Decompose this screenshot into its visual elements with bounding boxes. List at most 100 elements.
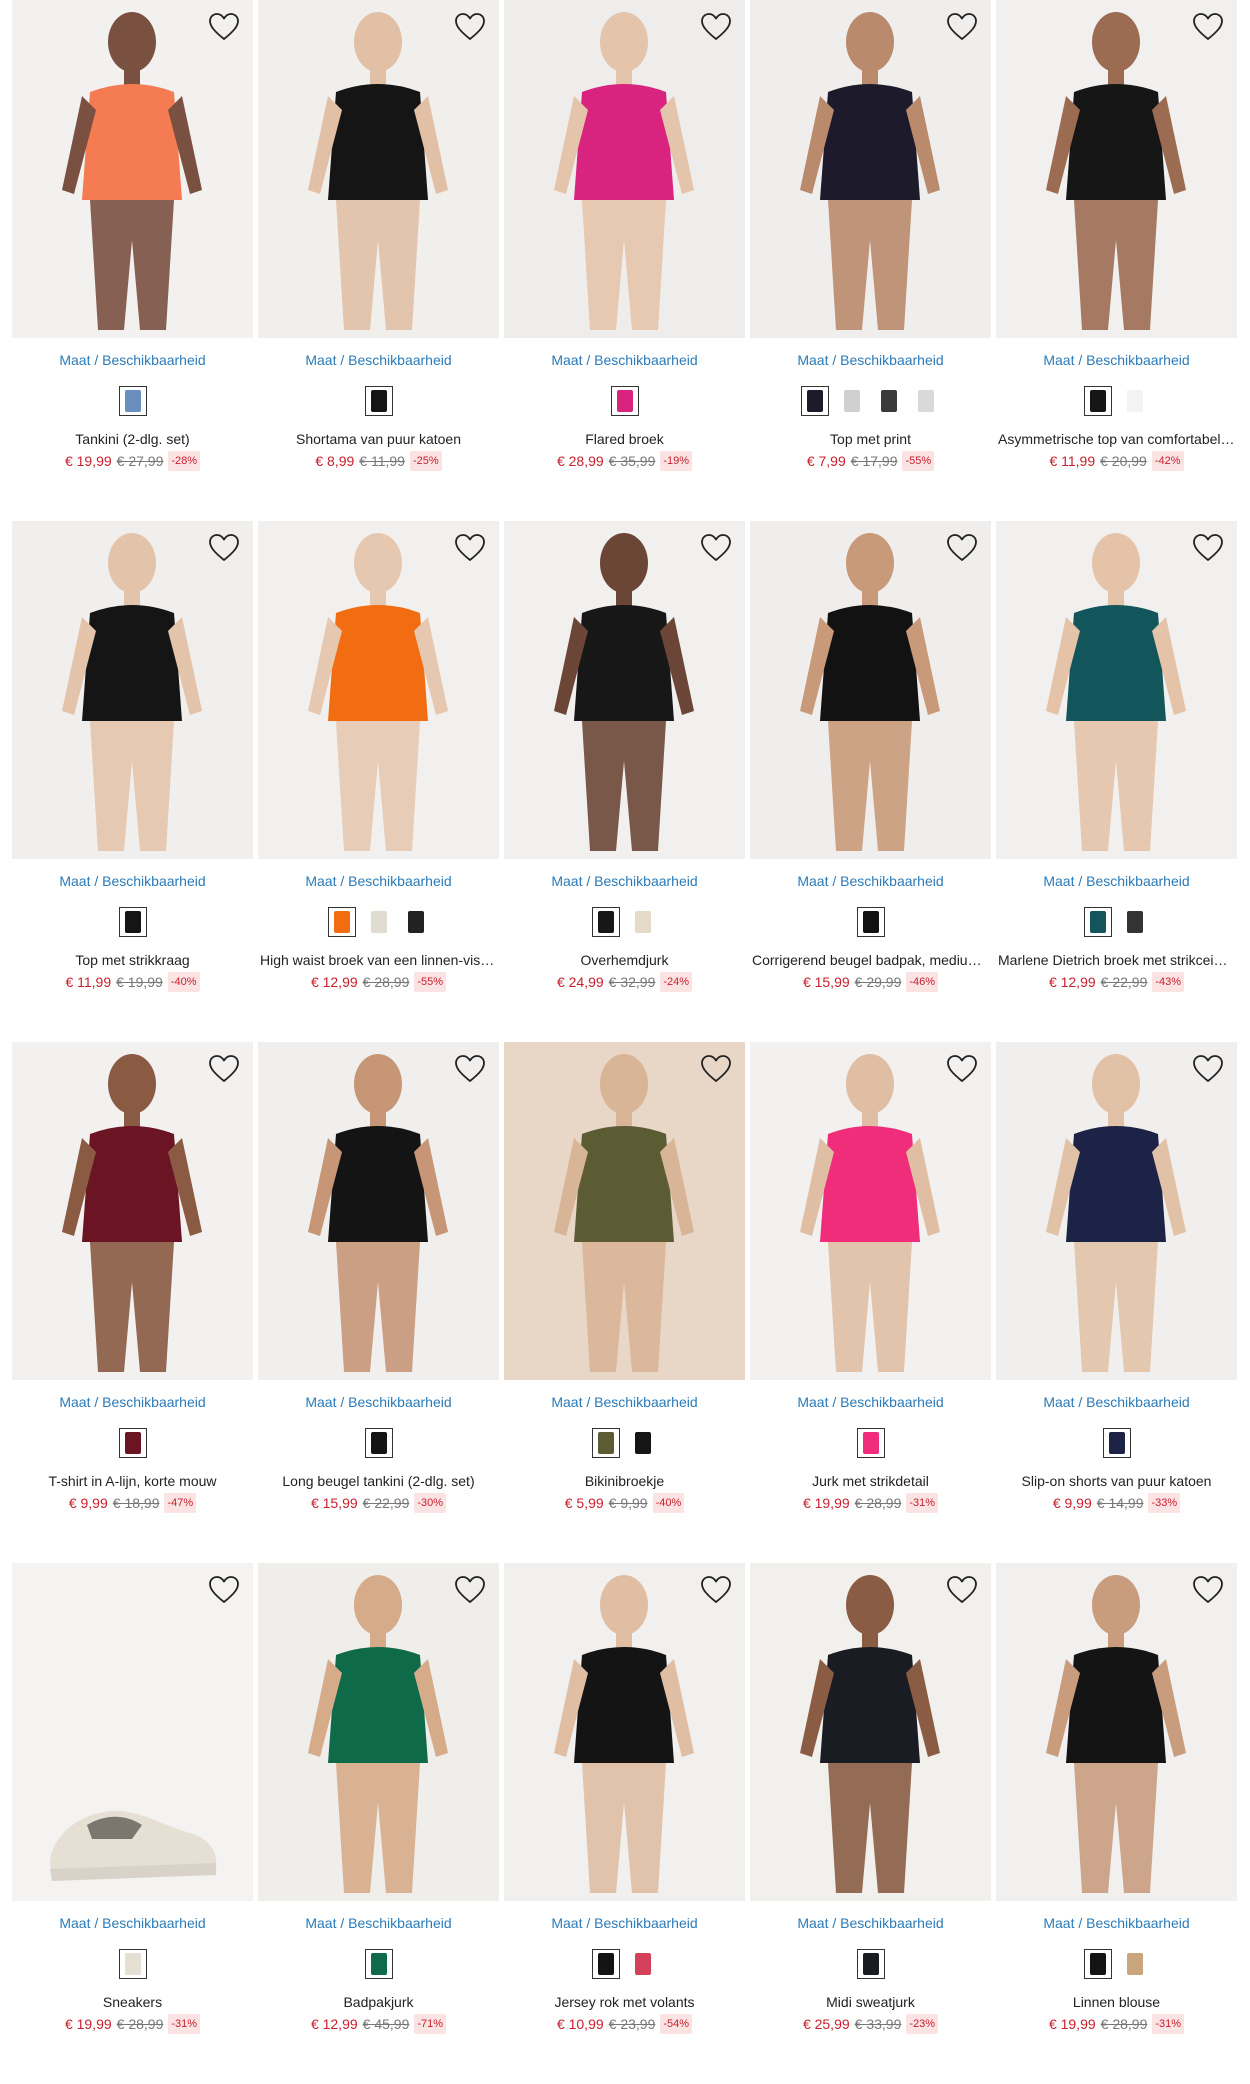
product-title[interactable]: Marlene Dietrich broek met strikceintuur xyxy=(996,951,1237,969)
size-availability-link[interactable]: Maat / Beschikbaarheid xyxy=(996,351,1237,369)
color-swatch[interactable] xyxy=(118,386,147,416)
favorite-heart-icon[interactable] xyxy=(945,10,979,44)
product-image[interactable] xyxy=(996,1042,1237,1380)
product-card[interactable]: Maat / Beschikbaarheid High waist broek v… xyxy=(258,521,499,1042)
size-availability-link[interactable]: Maat / Beschikbaarheid xyxy=(12,872,253,890)
color-swatch[interactable] xyxy=(592,1428,620,1458)
color-swatch[interactable] xyxy=(592,1949,620,1979)
product-title[interactable]: Midi sweatjurk xyxy=(750,1993,991,2011)
size-availability-link[interactable]: Maat / Beschikbaarheid xyxy=(258,351,499,369)
size-availability-link[interactable]: Maat / Beschikbaarheid xyxy=(12,1914,253,1932)
size-availability-link[interactable]: Maat / Beschikbaarheid xyxy=(996,1393,1237,1411)
product-image[interactable] xyxy=(750,1042,991,1380)
product-image[interactable] xyxy=(12,1563,253,1901)
color-swatch[interactable] xyxy=(364,386,393,416)
color-swatch[interactable] xyxy=(364,1949,393,1979)
size-availability-link[interactable]: Maat / Beschikbaarheid xyxy=(258,1393,499,1411)
product-card[interactable]: Maat / Beschikbaarheid Jersey rok met vol… xyxy=(504,1563,745,2084)
product-image[interactable] xyxy=(504,0,745,338)
favorite-heart-icon[interactable] xyxy=(207,1573,241,1607)
product-card[interactable]: Maat / Beschikbaarheid Marlene Dietrich b… xyxy=(996,521,1237,1042)
favorite-heart-icon[interactable] xyxy=(1191,1052,1225,1086)
product-image[interactable] xyxy=(750,0,991,338)
favorite-heart-icon[interactable] xyxy=(1191,1573,1225,1607)
favorite-heart-icon[interactable] xyxy=(453,10,487,44)
color-swatch[interactable] xyxy=(610,386,639,416)
product-card[interactable]: Maat / Beschikbaarheid Jurk met strikdeta… xyxy=(750,1042,991,1563)
color-swatch[interactable] xyxy=(629,1949,657,1979)
product-card[interactable]: Maat / Beschikbaarheid Sneakers € 19,99 € 2… xyxy=(12,1563,253,2084)
size-availability-link[interactable]: Maat / Beschikbaarheid xyxy=(12,1393,253,1411)
size-availability-link[interactable]: Maat / Beschikbaarheid xyxy=(750,872,991,890)
favorite-heart-icon[interactable] xyxy=(699,10,733,44)
size-availability-link[interactable]: Maat / Beschikbaarheid xyxy=(996,872,1237,890)
favorite-heart-icon[interactable] xyxy=(699,1052,733,1086)
color-swatch[interactable] xyxy=(1084,386,1112,416)
color-swatch[interactable] xyxy=(912,386,940,416)
size-availability-link[interactable]: Maat / Beschikbaarheid xyxy=(504,872,745,890)
product-card[interactable]: Maat / Beschikbaarheid Flared broek € 28,9… xyxy=(504,0,745,521)
product-title[interactable]: Shortama van puur katoen xyxy=(258,430,499,448)
product-title[interactable]: Jurk met strikdetail xyxy=(750,1472,991,1490)
product-image[interactable] xyxy=(12,0,253,338)
favorite-heart-icon[interactable] xyxy=(1191,10,1225,44)
product-card[interactable]: Maat / Beschikbaarheid Bikinibroekje € 5,9… xyxy=(504,1042,745,1563)
size-availability-link[interactable]: Maat / Beschikbaarheid xyxy=(12,351,253,369)
product-card[interactable]: Maat / Beschikbaarheid T-shirt in A-lijn,… xyxy=(12,1042,253,1563)
product-title[interactable]: Flared broek xyxy=(504,430,745,448)
color-swatch[interactable] xyxy=(1102,1428,1131,1458)
product-card[interactable]: Maat / Beschikbaarheid Overhemdjurk € 24,9… xyxy=(504,521,745,1042)
product-image[interactable] xyxy=(996,1563,1237,1901)
favorite-heart-icon[interactable] xyxy=(699,1573,733,1607)
product-card[interactable]: Maat / Beschikbaarheid Shortama van puur … xyxy=(258,0,499,521)
product-title[interactable]: Linnen blouse xyxy=(996,1993,1237,2011)
product-image[interactable] xyxy=(996,521,1237,859)
product-title[interactable]: Overhemdjurk xyxy=(504,951,745,969)
color-swatch[interactable] xyxy=(629,907,657,937)
product-title[interactable]: Top met print xyxy=(750,430,991,448)
product-title[interactable]: High waist broek van een linnen-viscose … xyxy=(258,951,499,969)
favorite-heart-icon[interactable] xyxy=(699,531,733,565)
product-card[interactable]: Maat / Beschikbaarheid Top met print € 7,9… xyxy=(750,0,991,521)
color-swatch[interactable] xyxy=(118,1428,147,1458)
product-card[interactable]: Maat / Beschikbaarheid Midi sweatjurk € 25… xyxy=(750,1563,991,2084)
favorite-heart-icon[interactable] xyxy=(207,531,241,565)
product-title[interactable]: Jersey rok met volants xyxy=(504,1993,745,2011)
product-image[interactable] xyxy=(258,0,499,338)
favorite-heart-icon[interactable] xyxy=(945,1573,979,1607)
product-image[interactable] xyxy=(504,1563,745,1901)
product-card[interactable]: Maat / Beschikbaarheid Asymmetrische top … xyxy=(996,0,1237,521)
color-swatch[interactable] xyxy=(1121,386,1149,416)
product-image[interactable] xyxy=(258,521,499,859)
color-swatch[interactable] xyxy=(118,1949,147,1979)
product-image[interactable] xyxy=(750,1563,991,1901)
product-image[interactable] xyxy=(12,521,253,859)
color-swatch[interactable] xyxy=(1084,907,1112,937)
favorite-heart-icon[interactable] xyxy=(453,531,487,565)
product-image[interactable] xyxy=(258,1042,499,1380)
color-swatch[interactable] xyxy=(1121,1949,1149,1979)
product-image[interactable] xyxy=(750,521,991,859)
product-card[interactable]: Maat / Beschikbaarheid Linnen blouse € 19,… xyxy=(996,1563,1237,2084)
size-availability-link[interactable]: Maat / Beschikbaarheid xyxy=(258,1914,499,1932)
product-image[interactable] xyxy=(12,1042,253,1380)
product-title[interactable]: Corrigerend beugel badpak, medium shape xyxy=(750,951,991,969)
product-title[interactable]: Bikinibroekje xyxy=(504,1472,745,1490)
size-availability-link[interactable]: Maat / Beschikbaarheid xyxy=(750,1914,991,1932)
size-availability-link[interactable]: Maat / Beschikbaarheid xyxy=(504,1914,745,1932)
product-title[interactable]: Slip-on shorts van puur katoen xyxy=(996,1472,1237,1490)
color-swatch[interactable] xyxy=(1084,1949,1112,1979)
favorite-heart-icon[interactable] xyxy=(207,1052,241,1086)
product-title[interactable]: Asymmetrische top van comfortabel materi… xyxy=(996,430,1237,448)
size-availability-link[interactable]: Maat / Beschikbaarheid xyxy=(504,1393,745,1411)
favorite-heart-icon[interactable] xyxy=(945,1052,979,1086)
favorite-heart-icon[interactable] xyxy=(1191,531,1225,565)
color-swatch[interactable] xyxy=(838,386,866,416)
color-swatch[interactable] xyxy=(118,907,147,937)
product-card[interactable]: Maat / Beschikbaarheid Top met strikkraag… xyxy=(12,521,253,1042)
product-title[interactable]: Badpakjurk xyxy=(258,1993,499,2011)
color-swatch[interactable] xyxy=(364,1428,393,1458)
color-swatch[interactable] xyxy=(856,1949,885,1979)
favorite-heart-icon[interactable] xyxy=(453,1573,487,1607)
favorite-heart-icon[interactable] xyxy=(453,1052,487,1086)
